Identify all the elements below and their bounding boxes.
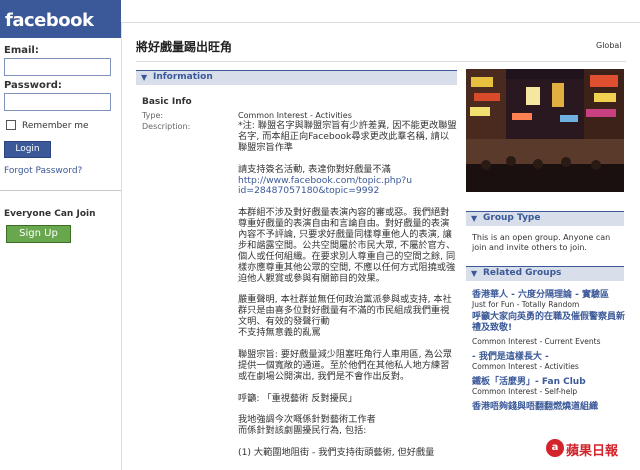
login-button[interactable]: Login [4,141,51,158]
information-section-header[interactable]: ▼ Information [136,70,457,85]
everyone-can-join-text: Everyone Can Join [4,209,96,219]
related-group-link[interactable]: 呼籲大家向英勇的在職及催假警察員新禮及致敬! [472,312,627,334]
description-paragraph: (1) 大範圍地阻街 - 我們支持街頭藝術, 但好戲量 [238,447,435,459]
related-group-category: Just for Fun - Totally Random [472,300,580,309]
remember-me-label: Remember me [22,121,89,131]
forgot-password-link[interactable]: Forgot Password? [4,166,82,176]
apple-daily-watermark: a 蘋果日報 [546,438,636,459]
description-paragraph: 呼籲: 「重視藝術 反對擾民」 [238,392,358,404]
page-title: 將好戲量踢出旺角 [136,40,233,54]
street-scene-image [466,69,624,192]
group-type-text: This is an open group. Anyone can join a… [472,233,611,252]
facebook-header-bar: facebook [0,0,121,38]
group-type-section-label: Group Type [483,213,541,223]
petition-text: 請支持簽名活動, 表達你對好戲量不滿 [238,163,391,175]
basic-info-heading: Basic Info [142,97,192,107]
related-groups-section-header[interactable]: ▼ Related Groups [466,266,624,281]
description-key: Description: [142,122,191,131]
description-paragraph: 請支持簽名活動, 表達你對好戲量不滿 http://www.facebook.c… [238,163,458,198]
login-sidebar: facebook Email: Password: Remember me Lo… [0,0,121,470]
sign-up-button[interactable]: Sign Up [6,225,71,243]
related-group-link[interactable]: 香港華人 - 六度分隔理論 - 實驗區 [472,287,609,300]
password-label: Password: [4,80,62,91]
apple-logo-icon: a [546,439,564,457]
petition-url-link[interactable]: http://www.facebook.com/topic.php?u id=2… [238,175,412,197]
description-paragraph: 本群組不涉及對好戲量表演內容的審或惡。我們絕對尊重好戲量的表演自由和言論自由。對… [238,207,456,284]
facebook-logo[interactable]: facebook [5,10,94,31]
related-group-category: Common Interest - Current Events [472,337,601,346]
description-paragraph: 嚴重聲明, 本社群並無任何政治黨派參與或支持, 本社群只是由喜多位對好戲量有不滿… [238,294,452,339]
related-group-link[interactable]: - 我們是這樣長大 - [472,349,549,362]
related-groups-section-label: Related Groups [483,268,562,278]
type-value: Common Interest - Activities [238,111,352,120]
description-paragraph: 我地強調今次嘅係針對藝術工作者 而係針對該劇團擾民行為, 包括: [238,414,376,437]
sidebar-divider [0,190,121,191]
global-link[interactable]: Global [596,41,622,50]
description-paragraph: 聯盟宗旨: 要好戲量減少阻塞旺角行人車用區, 為公眾提供一個寬敞的通道。至於他們… [238,348,452,382]
related-group-link[interactable]: 鐵板「活麼男」- Fan Club [472,374,586,387]
description-text: *注: 聯盟名字與聯盟宗旨有少許差異, 因不能更改聯盟名字, 而本組正向Face… [238,120,458,470]
related-group-category: Common Interest - Activities [472,362,579,371]
type-key: Type: [142,111,164,120]
email-label: Email: [4,45,39,56]
description-paragraph: *注: 聯盟名字與聯盟宗旨有少許差異, 因不能更改聯盟名字, 而本組正向Face… [238,120,457,153]
collapse-triangle-icon: ▼ [141,73,148,82]
password-field[interactable] [4,93,111,111]
related-group-link[interactable]: 香港唔夠錢與唔翻翻燃燒道組織 [472,399,598,412]
collapse-triangle-icon: ▼ [471,269,478,278]
collapse-triangle-icon: ▼ [471,214,478,223]
group-photo[interactable] [466,69,624,192]
information-section-label: Information [153,72,213,82]
title-divider [136,61,626,62]
related-group-category: Common Interest - Self-help [472,387,578,396]
watermark-text: 蘋果日報 [566,444,619,459]
remember-me-checkbox[interactable] [6,120,16,130]
email-field[interactable] [4,58,111,76]
group-type-section-header[interactable]: ▼ Group Type [466,211,624,226]
